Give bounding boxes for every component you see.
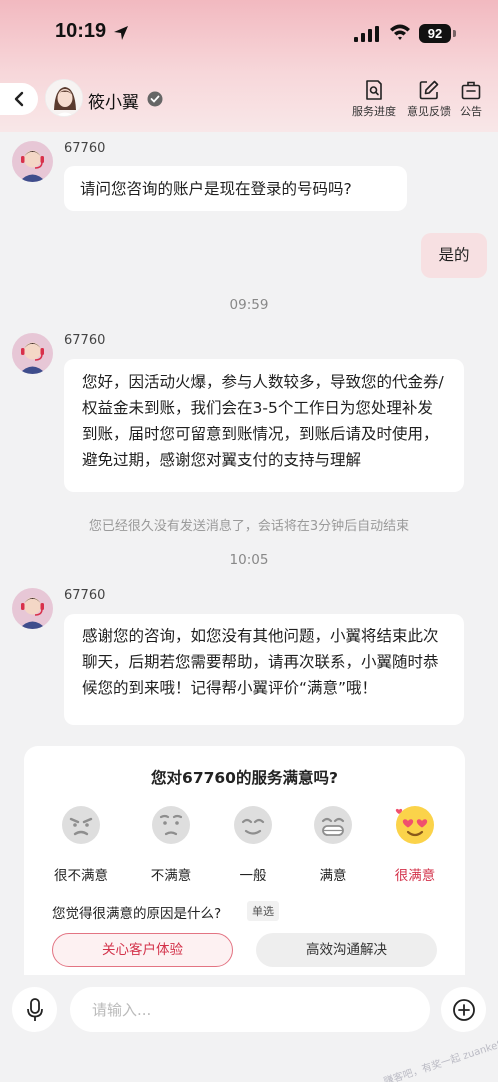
location-arrow-icon: [114, 26, 128, 40]
message-sender: 67760: [64, 333, 106, 348]
edit-icon: [419, 80, 439, 100]
message-input[interactable]: [70, 987, 430, 1032]
reason-question: 您觉得很满意的原因是什么?: [52, 906, 222, 922]
briefcase-icon: [461, 81, 481, 100]
rating-option-very-satisfied[interactable]: 很满意: [375, 864, 455, 884]
agent-avatar[interactable]: [45, 79, 83, 117]
user-message-bubble: 是的: [421, 233, 487, 278]
rating-option-neutral[interactable]: 一般: [213, 864, 293, 884]
more-options-button[interactable]: [441, 987, 486, 1032]
feedback-label: 意见反馈: [407, 105, 451, 118]
bot-avatar[interactable]: [12, 588, 53, 629]
feedback-button[interactable]: 意见反馈: [407, 79, 451, 119]
service-progress-label: 服务进度: [352, 105, 396, 118]
rating-title: 您对67760的服务满意吗?: [151, 769, 338, 787]
rating-option-unsatisfied[interactable]: 不满意: [131, 864, 211, 884]
plus-circle-icon: [452, 998, 475, 1021]
single-choice-badge: 单选: [247, 901, 279, 921]
back-button[interactable]: [0, 83, 38, 115]
announcement-label: 公告: [460, 105, 482, 118]
heart-eyes-face-icon[interactable]: [394, 804, 436, 846]
bot-message-bubble: 请问您咨询的账户是现在登录的号码吗?: [64, 166, 407, 211]
status-bar: 10:19 92: [0, 0, 498, 66]
message-sender: 67760: [64, 588, 106, 603]
wifi-icon: [390, 24, 410, 40]
support-agent-icon: [19, 597, 46, 629]
announcement-button[interactable]: 公告: [460, 79, 482, 119]
neutral-face-icon[interactable]: [232, 804, 274, 846]
battery-level: 92: [419, 24, 451, 43]
reason-option-efficient-communication[interactable]: 高效沟通解决: [256, 933, 437, 967]
bot-avatar[interactable]: [12, 333, 53, 374]
bot-message-bubble: 感谢您的咨询，如您没有其他问题，小翼将结束此次聊天，后期若您需要帮助，请再次联系…: [64, 614, 464, 725]
message-sender: 67760: [64, 141, 106, 156]
rating-option-very-unsatisfied[interactable]: 很不满意: [41, 864, 121, 884]
microphone-icon: [26, 997, 43, 1021]
service-progress-button[interactable]: 服务进度: [352, 79, 396, 119]
support-agent-icon: [19, 342, 46, 374]
angry-face-icon[interactable]: [60, 804, 102, 846]
rating-option-satisfied[interactable]: 满意: [293, 864, 373, 884]
rating-card: 您对67760的服务满意吗? 很不满意 不满意 一般 满意 很满意 您觉得很满意…: [24, 746, 465, 986]
battery-tip: [453, 30, 456, 37]
status-time: 10:19: [55, 20, 107, 42]
unhappy-face-icon[interactable]: [150, 804, 192, 846]
chevron-left-icon: [14, 91, 24, 107]
bot-message-bubble: 您好，因活动火爆，参与人数较多，导致您的代金券/权益金未到账，我们会在3-5个工…: [64, 359, 464, 492]
cellular-signal-icon: [354, 26, 379, 42]
message-timestamp: 09:59: [229, 297, 269, 313]
verified-check-icon: [147, 91, 163, 107]
search-document-icon: [366, 80, 382, 100]
agent-name: 筱小翼: [88, 93, 139, 113]
reason-option-customer-care[interactable]: 关心客户体验: [52, 933, 233, 967]
voice-input-button[interactable]: [12, 987, 57, 1032]
message-timestamp: 10:05: [229, 552, 269, 568]
grinning-face-icon[interactable]: [312, 804, 354, 846]
session-timeout-notice: 您已经很久没有发送消息了，会话将在3分钟后自动结束: [88, 519, 410, 534]
support-agent-icon: [19, 150, 46, 182]
bot-avatar[interactable]: [12, 141, 53, 182]
